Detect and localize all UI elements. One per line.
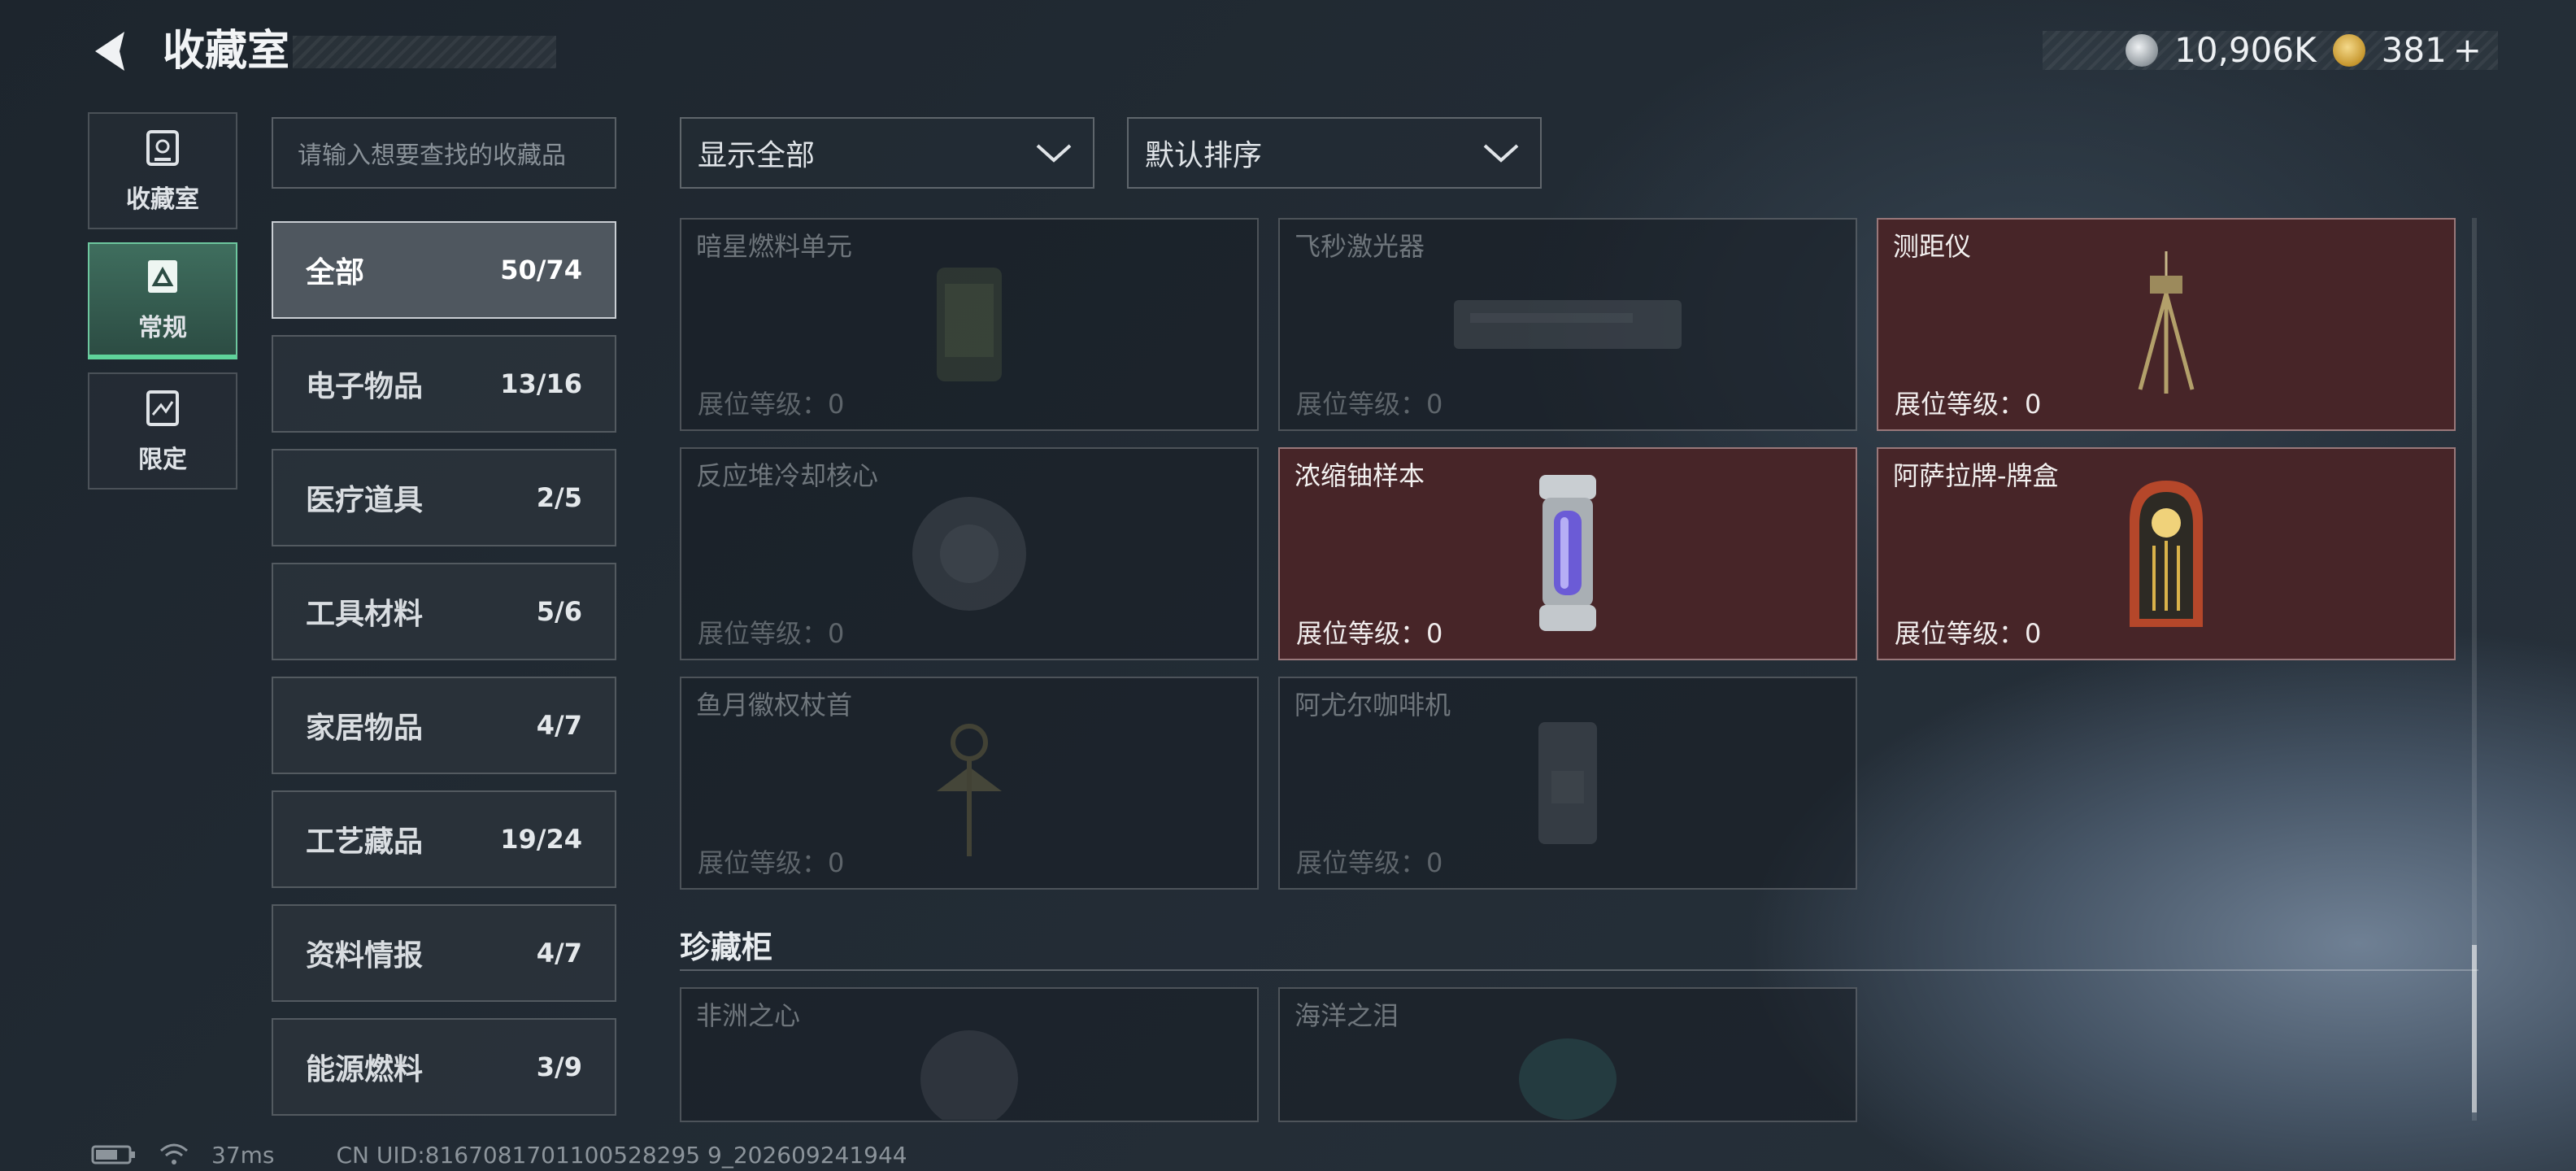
gold-triangle-coin-icon [2332,34,2365,67]
category-name: 全部 [306,256,365,289]
chevron-down-icon [1036,144,1072,163]
item-card[interactable]: 阿萨拉牌-牌盒 展位等级：0 [1877,447,2456,660]
chevron-down-icon [1483,144,1519,163]
treasure-name: 海洋之泪 [1295,1000,1399,1031]
item-card[interactable]: 测距仪 展位等级：0 [1877,218,2456,431]
nav-label: 常规 [138,314,187,342]
gold-currency-amount: 381 [2381,30,2447,70]
item-name: 阿萨拉牌-牌盒 [1893,460,2059,491]
category-count: 4/7 [536,710,582,741]
item-level: 展位等级：0 [1895,389,2042,420]
silver-coin-icon [2126,34,2159,67]
category-home[interactable]: 家居物品 4/7 [272,677,616,774]
item-level: 展位等级：0 [1296,847,1443,878]
collection-screen: 收藏室 10,906K 381 + 收藏室 常规 限定 请输入想要查找的收藏品 … [0,0,2576,1171]
gold-currency-value[interactable]: 381 + [2382,31,2482,70]
status-bar: 37ms CN UID:8167081701100528295 9_202609… [91,1140,907,1169]
item-name: 飞秒激光器 [1295,231,1425,262]
treasure-card[interactable]: 海洋之泪 [1278,987,1857,1122]
page-title: 收藏室 [163,27,290,76]
category-count: 5/6 [536,596,582,627]
currency-bar: 10,906K 381 + [2043,31,2498,70]
search-input[interactable]: 请输入想要查找的收藏品 [272,117,616,189]
category-count: 13/16 [500,368,582,399]
category-intel[interactable]: 资料情报 4/7 [272,904,616,1002]
search-placeholder: 请输入想要查找的收藏品 [298,141,566,170]
battery-icon [91,1145,135,1164]
sort-value: 默认排序 [1145,139,1263,172]
item-card[interactable]: 反应堆冷却核心 展位等级：0 [680,447,1259,660]
category-count: 19/24 [500,824,582,855]
category-energy[interactable]: 能源燃料 3/9 [272,1018,616,1116]
item-name: 阿尤尔咖啡机 [1295,690,1451,720]
scrollbar-thumb[interactable] [2472,945,2477,1112]
ping-value: 37ms [211,1141,275,1169]
category-name: 工艺藏品 [306,825,424,859]
wifi-icon [160,1143,188,1164]
user-uid: CN UID:8167081701100528295 9_20260924194… [336,1141,907,1169]
sort-dropdown[interactable]: 默认排序 [1127,117,1542,189]
category-count: 3/9 [536,1051,582,1082]
category-name: 家居物品 [306,712,424,745]
nav-limited[interactable]: 限定 [88,372,237,490]
section-divider [680,969,2478,971]
regular-icon [148,260,177,293]
item-level: 展位等级：0 [1895,618,2042,649]
item-name: 浓缩铀样本 [1295,460,1425,491]
limited-icon [146,390,179,426]
item-name: 反应堆冷却核心 [696,460,879,491]
item-card[interactable]: 鱼月徽权杖首 展位等级：0 [680,677,1259,890]
category-crafts[interactable]: 工艺藏品 19/24 [272,790,616,888]
item-level: 展位等级：0 [1296,389,1443,420]
show-filter-dropdown[interactable]: 显示全部 [680,117,1094,189]
category-count: 2/5 [536,482,582,513]
category-name: 医疗道具 [306,484,424,517]
nav-label: 限定 [138,446,187,474]
category-all[interactable]: 全部 50/74 [272,221,616,319]
silver-currency-value: 10,906K [2174,30,2317,70]
back-button[interactable] [85,24,138,78]
category-name: 工具材料 [306,598,424,631]
collection-room-icon [146,130,179,166]
nav-collection-room[interactable]: 收藏室 [88,112,237,229]
item-card[interactable]: 飞秒激光器 展位等级：0 [1278,218,1857,431]
category-electronics[interactable]: 电子物品 13/16 [272,335,616,433]
nav-regular[interactable]: 常规 [88,242,237,359]
category-count: 4/7 [536,938,582,969]
item-level: 展位等级：0 [698,389,845,420]
item-name: 暗星燃料单元 [696,231,853,262]
item-card[interactable]: 暗星燃料单元 展位等级：0 [680,218,1259,431]
item-level: 展位等级：0 [698,847,845,878]
item-level: 展位等级：0 [1296,618,1443,649]
category-count: 50/74 [500,255,582,285]
item-card[interactable]: 浓缩铀样本 展位等级：0 [1278,447,1857,660]
item-name: 测距仪 [1893,231,1972,262]
title-decoration [293,36,556,68]
nav-label: 收藏室 [126,185,199,214]
item-card[interactable]: 阿尤尔咖啡机 展位等级：0 [1278,677,1857,890]
category-medical[interactable]: 医疗道具 2/5 [272,449,616,546]
category-tools[interactable]: 工具材料 5/6 [272,563,616,660]
item-level: 展位等级：0 [698,618,845,649]
category-name: 电子物品 [306,370,424,403]
add-currency-button[interactable]: + [2453,30,2482,70]
item-name: 鱼月徽权杖首 [696,690,853,720]
show-filter-value: 显示全部 [698,139,816,172]
category-name: 能源燃料 [306,1053,424,1086]
treasure-section-title: 珍藏柜 [680,929,773,965]
treasure-card[interactable]: 非洲之心 [680,987,1259,1122]
treasure-name: 非洲之心 [696,1000,801,1031]
category-name: 资料情报 [306,939,424,973]
back-arrow-icon [95,32,124,71]
